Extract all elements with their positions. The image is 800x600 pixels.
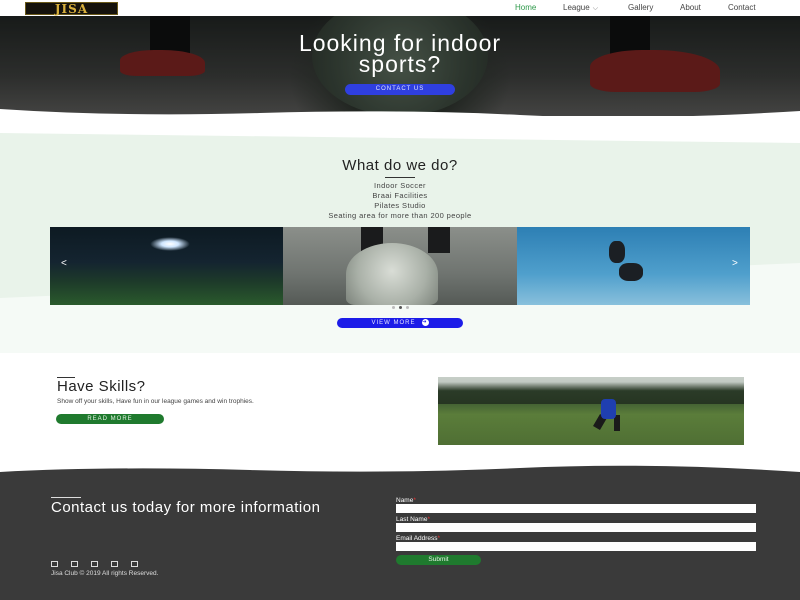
nav-contact[interactable]: Contact — [728, 3, 756, 13]
arrow-right-icon: ➜ — [421, 318, 429, 326]
carousel-dot[interactable] — [391, 306, 395, 309]
hero-title: Looking for indoor sports? — [0, 32, 800, 77]
linkedin-icon[interactable] — [131, 561, 138, 567]
submit-button[interactable]: Submit — [396, 555, 481, 565]
image-carousel[interactable]: < > — [50, 227, 750, 305]
nav-league-label: League — [563, 3, 590, 12]
required-marker: * — [437, 535, 441, 542]
email-field[interactable] — [396, 542, 756, 551]
service-item: Seating area for more than 200 people — [328, 211, 472, 220]
carousel-dot-active[interactable] — [398, 306, 402, 309]
skills-text: Show off your skills, Have fun in our le… — [57, 398, 254, 405]
twitter-icon[interactable] — [71, 561, 78, 567]
what-we-do-section: What do we do? Indoor Soccer Braai Facil… — [0, 123, 800, 353]
nav-home[interactable]: Home — [515, 3, 536, 13]
social-links — [51, 561, 138, 567]
what-we-do-title: What do we do? — [342, 157, 458, 174]
site-header: JISA Home League ⌵ Gallery About Contact — [0, 0, 800, 16]
youtube-icon[interactable] — [111, 561, 118, 567]
tree-line — [438, 382, 744, 404]
floodlight — [150, 237, 190, 251]
copyright-text: Jisa Club © 2019 All rights Reserved. — [51, 570, 159, 577]
slide-leg-right — [428, 227, 450, 253]
nav-gallery[interactable]: Gallery — [628, 3, 653, 13]
email-label: Email Address* — [396, 535, 440, 542]
lastname-label: Last Name* — [396, 516, 430, 523]
nav-league[interactable]: League ⌵ — [563, 3, 598, 14]
required-marker: * — [427, 516, 430, 523]
footer-title: Contact us today for more information — [51, 499, 321, 516]
hero-title-line2: sports? — [358, 51, 442, 77]
carousel-dot[interactable] — [405, 306, 409, 309]
carousel-slide-boots — [517, 227, 750, 305]
title-underline — [385, 177, 415, 178]
slide-boot-2 — [619, 263, 643, 281]
carousel-prev-arrow[interactable]: < — [61, 259, 67, 269]
main-nav: Home League ⌵ Gallery About Contact — [0, 3, 800, 15]
required-marker: * — [413, 497, 416, 504]
facebook-icon[interactable] — [51, 561, 58, 567]
carousel-dots — [384, 306, 416, 310]
service-item: Indoor Soccer — [374, 181, 426, 190]
name-label: Name* — [396, 497, 416, 504]
hero-section: Looking for indoor sports? CONTACT US — [0, 16, 800, 116]
page: JISA Home League ⌵ Gallery About Contact … — [0, 0, 800, 600]
carousel-slide-ball — [283, 227, 517, 305]
skills-image — [438, 377, 744, 445]
name-label-text: Name — [396, 497, 414, 504]
contact-us-button[interactable]: CONTACT US — [345, 84, 455, 95]
carousel-slide-stadium — [50, 227, 283, 305]
instagram-icon[interactable] — [91, 561, 98, 567]
view-more-label: VIEW MORE — [371, 320, 416, 326]
slide-ball — [346, 243, 438, 305]
lastname-label-text: Last Name — [396, 516, 428, 523]
chevron-down-icon: ⌵ — [592, 5, 599, 12]
player-figure — [601, 399, 616, 419]
service-item: Braai Facilities — [372, 191, 428, 200]
skills-title: Have Skills? — [57, 378, 146, 395]
lastname-field[interactable] — [396, 523, 756, 532]
view-more-button[interactable]: VIEW MORE ➜ — [337, 318, 463, 328]
name-field[interactable] — [396, 504, 756, 513]
slide-boot-1 — [609, 241, 625, 263]
read-more-button[interactable]: READ MORE — [56, 414, 164, 424]
services-list: Indoor Soccer Braai Facilities Pilates S… — [0, 181, 800, 221]
hero-wave-divider — [0, 109, 800, 123]
service-item: Pilates Studio — [374, 201, 426, 210]
footer-title-line — [51, 497, 81, 498]
email-label-text: Email Address — [396, 535, 438, 542]
carousel-next-arrow[interactable]: > — [732, 259, 738, 269]
nav-about[interactable]: About — [680, 3, 701, 13]
